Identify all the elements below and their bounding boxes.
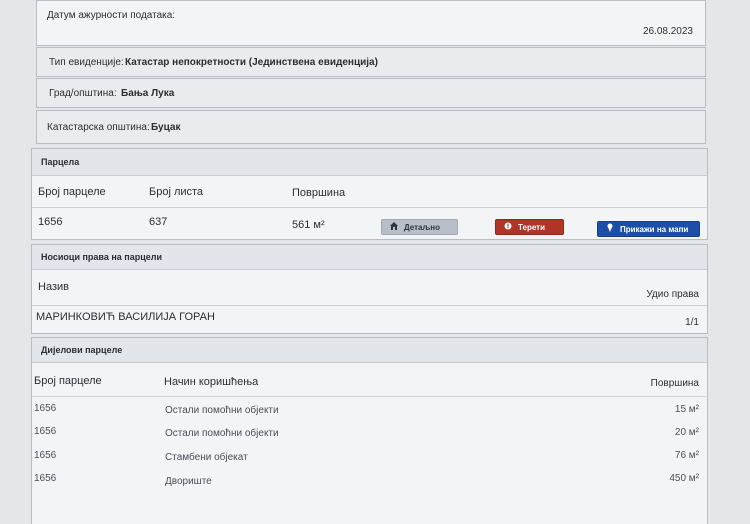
rights-holders-name-header: Назив [38, 281, 69, 293]
record-type-panel: Тип евиденције: Катастар непокретности (… [36, 47, 706, 77]
parts-row-usage: Двориште [165, 476, 212, 487]
show-on-map-button-label: Прикажи на мапи [620, 225, 689, 234]
show-on-map-button[interactable]: Прикажи на мапи [597, 221, 700, 237]
rights-holders-panel: Носиоци права на парцели Назив Удио прав… [31, 244, 708, 334]
parcel-sheet-value: 637 [149, 216, 168, 228]
map-pin-icon [606, 222, 620, 238]
encumbrances-button-label: Терети [518, 223, 546, 232]
parts-area-header: Површина [650, 378, 699, 389]
parts-usage-header: Начин коришћења [164, 376, 259, 388]
city-value: Бања Лука [121, 88, 175, 99]
cadastral-municipality-value: Буцак [151, 122, 181, 133]
parts-row-number: 1656 [34, 426, 57, 437]
parcel-parts-header: Дијелови парцеле [32, 338, 707, 363]
parcel-number-value: 1656 [38, 216, 63, 228]
cadastral-municipality-panel: Катастарска општина: Буцак [36, 110, 706, 144]
rights-holders-header: Носиоци права на парцели [32, 245, 707, 270]
parts-row-number: 1656 [34, 403, 57, 414]
update-date-label: Датум ажурности података: [47, 10, 176, 21]
home-icon [390, 220, 404, 236]
parcel-area-header: Површина [292, 187, 346, 199]
parcel-divider [32, 207, 707, 208]
encumbrances-button[interactable]: Терети [495, 219, 564, 235]
parcel-parts-title: Дијелови парцеле [41, 345, 123, 355]
parcel-header: Парцела [32, 149, 707, 176]
update-date-value: 26.08.2023 [642, 26, 693, 37]
parcel-panel: Парцела Број парцеле Број листа Површина… [31, 148, 708, 240]
details-button[interactable]: Детаљно [381, 219, 458, 235]
parts-row-number: 1656 [34, 450, 57, 461]
parts-divider [32, 396, 709, 397]
alert-circle-icon [504, 220, 518, 236]
parcel-parts-panel: Дијелови парцеле Број парцеле Начин кори… [31, 337, 709, 524]
parts-row-area: 20 м² [674, 427, 699, 438]
city-panel: Град/општина: Бања Лука [36, 78, 706, 108]
parts-row-usage: Стамбени објекат [165, 452, 248, 463]
city-label: Град/општина: [49, 88, 117, 99]
record-type-label: Тип евиденције: [49, 57, 124, 68]
rights-holders-divider [32, 305, 707, 306]
parts-number-header: Број парцеле [34, 375, 102, 387]
record-type-value: Катастар непокретности (Јединствена евид… [125, 57, 378, 68]
rights-holders-share-header: Удио права [646, 289, 699, 300]
cadastral-municipality-label: Катастарска општина: [47, 122, 150, 133]
parcel-title: Парцела [41, 157, 80, 167]
details-button-label: Детаљно [404, 223, 440, 232]
parts-row-usage: Остали помоћни објекти [165, 405, 279, 416]
parts-row-number: 1656 [34, 473, 57, 484]
parcel-area-value: 561 м² [292, 219, 325, 231]
rights-holder-share: 1/1 [685, 317, 699, 328]
parts-row-area: 450 м² [669, 473, 699, 484]
parcel-sheet-header: Број листа [149, 186, 204, 198]
parts-row-area: 76 м² [674, 450, 699, 461]
update-date-panel: Датум ажурности података: 26.08.2023 [36, 0, 706, 46]
rights-holders-title: Носиоци права на парцели [41, 252, 163, 262]
parts-row-usage: Остали помоћни објекти [165, 428, 279, 439]
rights-holder-name: МАРИНКОВИЋ ВАСИЛИЈА ГОРАН [36, 311, 215, 323]
parts-row-area: 15 м² [674, 404, 699, 415]
parcel-number-header: Број парцеле [38, 186, 106, 198]
